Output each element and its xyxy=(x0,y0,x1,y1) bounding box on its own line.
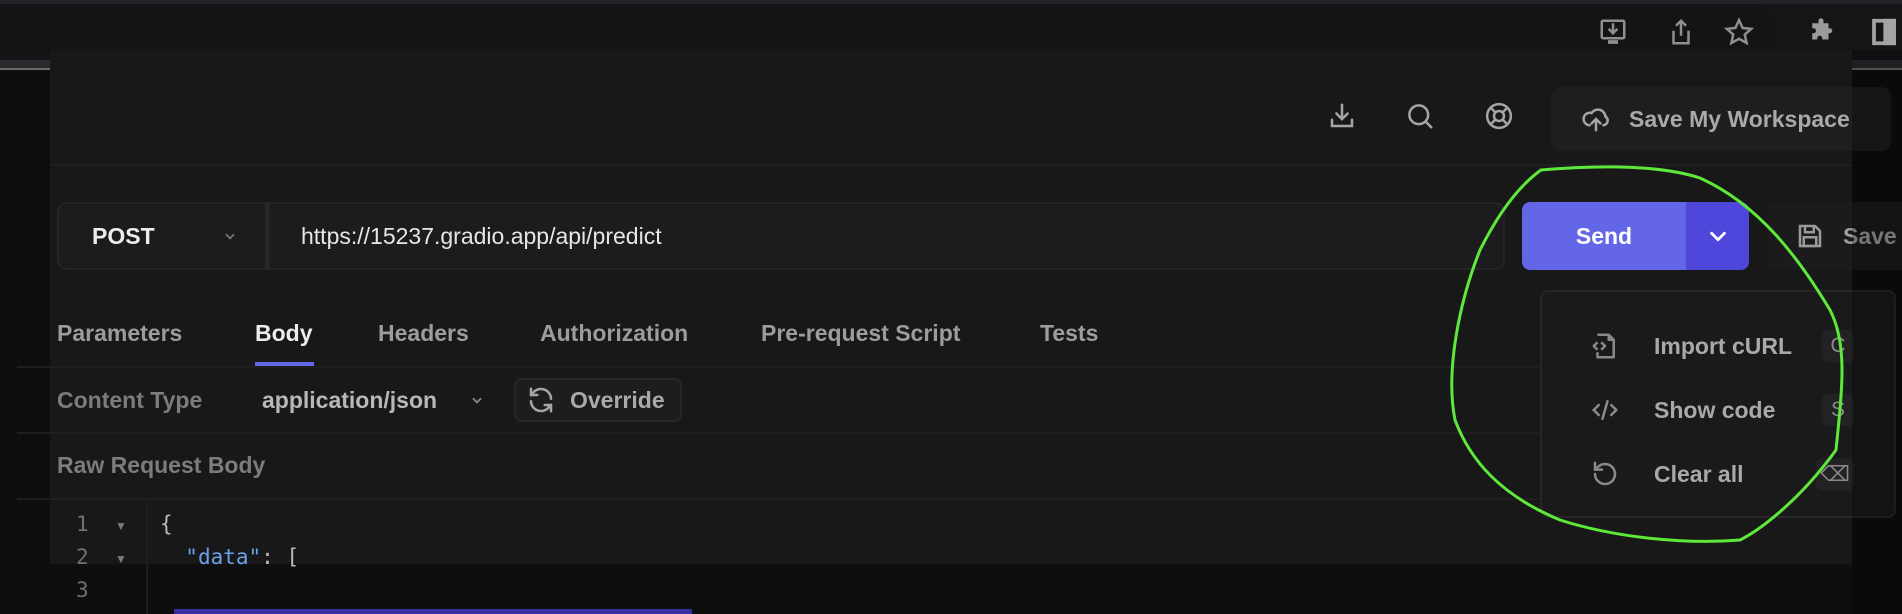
code-text: : [ xyxy=(261,545,300,569)
file-code-icon xyxy=(1592,333,1615,359)
editor-gutter-divider xyxy=(146,500,148,614)
url-field[interactable] xyxy=(267,202,1505,270)
cloud-upload-icon xyxy=(1582,108,1609,132)
tab-body[interactable]: Body xyxy=(255,320,313,347)
raw-request-body-label: Raw Request Body xyxy=(57,452,266,478)
chevron-down-icon xyxy=(472,397,482,404)
tab-parameters[interactable]: Parameters xyxy=(57,320,182,347)
chevron-down-icon xyxy=(1709,231,1726,242)
code-text: { xyxy=(160,512,173,536)
save-request-label: Save xyxy=(1843,222,1897,249)
tab-authorization[interactable]: Authorization xyxy=(540,320,688,347)
send-button[interactable]: Send xyxy=(1522,202,1686,270)
tab-headers[interactable]: Headers xyxy=(378,320,469,347)
download-icon[interactable] xyxy=(1324,98,1360,134)
content-type-select[interactable]: application/json xyxy=(262,387,437,414)
send-options-button[interactable] xyxy=(1686,202,1749,270)
fold-arrow-icon[interactable]: ▼ xyxy=(115,552,127,566)
bookmark-star-icon[interactable] xyxy=(1721,14,1757,50)
save-request-button[interactable]: Save xyxy=(1767,202,1902,270)
code-line-2[interactable]: "data": [ xyxy=(160,545,299,569)
line-number: 2 xyxy=(76,545,89,569)
selection-highlight xyxy=(174,609,692,614)
line-number: 1 xyxy=(76,512,89,536)
fold-arrow-icon[interactable]: ▼ xyxy=(115,519,127,533)
install-app-icon[interactable] xyxy=(1595,14,1631,50)
json-key: "data" xyxy=(185,545,262,569)
save-workspace-button[interactable]: Save My Workspace xyxy=(1551,87,1891,151)
save-workspace-label: Save My Workspace xyxy=(1629,105,1850,132)
line-number: 3 xyxy=(76,578,89,602)
override-button[interactable]: Override xyxy=(514,378,682,422)
send-options-menu: Import cURL C Show code S Clear all ⌫ xyxy=(1540,290,1896,518)
shortcut-key: S xyxy=(1822,394,1854,426)
shortcut-key: ⌫ xyxy=(1816,458,1854,490)
menu-item-show-code[interactable]: Show code S xyxy=(1542,382,1894,438)
reset-icon xyxy=(1593,461,1617,486)
code-line-1[interactable]: { xyxy=(160,512,173,536)
override-label: Override xyxy=(570,386,665,413)
method-value: POST xyxy=(92,222,155,249)
menu-item-label: Show code xyxy=(1654,396,1776,423)
header-divider xyxy=(50,164,1852,166)
url-input[interactable] xyxy=(301,222,1503,250)
search-icon[interactable] xyxy=(1402,98,1438,134)
content-type-label: Content Type xyxy=(57,387,203,413)
help-lifebuoy-icon[interactable] xyxy=(1481,98,1517,134)
tab-pre-request-script[interactable]: Pre-request Script xyxy=(761,320,960,347)
code-icon xyxy=(1591,400,1619,420)
send-button-group: Send xyxy=(1522,202,1749,270)
extensions-icon[interactable] xyxy=(1803,14,1839,50)
side-panel-icon[interactable] xyxy=(1866,14,1902,50)
refresh-icon xyxy=(529,387,553,413)
menu-item-label: Import cURL xyxy=(1654,332,1792,359)
tab-tests[interactable]: Tests xyxy=(1040,320,1098,347)
floppy-disk-icon xyxy=(1798,224,1822,248)
menu-item-import-curl[interactable]: Import cURL C xyxy=(1542,318,1894,374)
method-select[interactable]: POST xyxy=(57,202,267,270)
shortcut-key: C xyxy=(1822,330,1854,362)
menu-item-clear-all[interactable]: Clear all ⌫ xyxy=(1542,446,1894,502)
chevron-down-icon xyxy=(225,233,235,240)
menu-item-label: Clear all xyxy=(1654,460,1744,487)
share-icon[interactable] xyxy=(1663,14,1699,50)
